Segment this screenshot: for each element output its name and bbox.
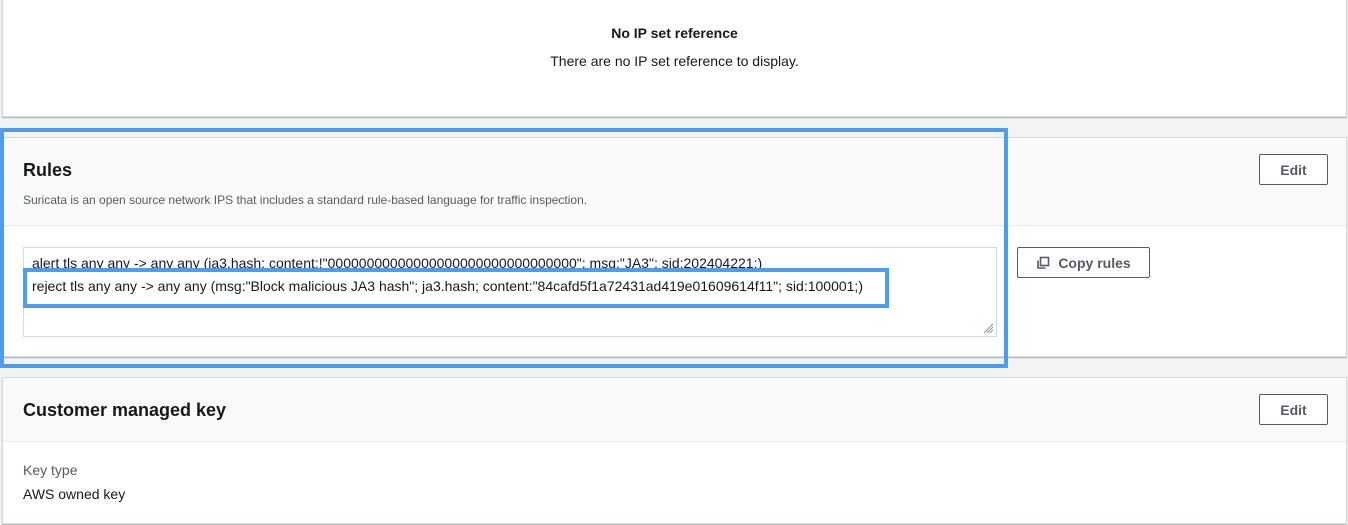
customer-managed-key-panel: Customer managed key Edit Key type AWS o… (2, 377, 1347, 524)
empty-state-description: There are no IP set reference to display… (550, 53, 799, 69)
empty-state-title: No IP set reference (611, 25, 738, 41)
rules-panel: Rules Suricata is an open source network… (2, 137, 1347, 357)
edit-customer-managed-key-button-label: Edit (1280, 401, 1307, 418)
customer-managed-key-title: Customer managed key (23, 400, 227, 420)
key-type-label: Key type (23, 462, 78, 478)
ip-set-reference-panel: No IP set reference There are no IP set … (2, 0, 1347, 117)
edit-rules-button-label: Edit (1280, 161, 1307, 178)
rules-description: Suricata is an open source network IPS t… (23, 193, 588, 207)
key-type-value: AWS owned key (23, 486, 126, 502)
resize-grip-icon[interactable] (983, 323, 994, 334)
rules-panel-header: Rules Suricata is an open source network… (3, 138, 1346, 226)
edit-customer-managed-key-button[interactable]: Edit (1259, 394, 1328, 425)
rule-line: reject tls any any -> any any (msg:"Bloc… (32, 278, 863, 294)
edit-rules-button[interactable]: Edit (1259, 154, 1328, 185)
copy-rules-button[interactable]: Copy rules (1017, 247, 1150, 278)
rules-textarea[interactable]: alert tls any any -> any any (ja3.hash; … (23, 247, 997, 337)
customer-managed-key-header: Customer managed key Edit (3, 378, 1346, 442)
rule-line: alert tls any any -> any any (ja3.hash; … (32, 255, 763, 271)
rules-title: Rules (23, 160, 73, 180)
page: No IP set reference There are no IP set … (0, 0, 1348, 525)
copy-rules-button-label: Copy rules (1058, 254, 1131, 271)
copy-icon (1037, 256, 1050, 269)
